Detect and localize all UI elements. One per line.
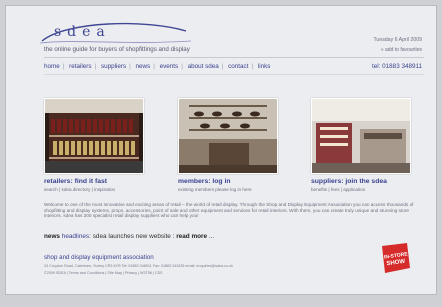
nav-suppliers[interactable]: suppliers xyxy=(101,63,126,70)
news-headline: : sdea launches new website : xyxy=(89,233,177,240)
nav-contact[interactable]: contact xyxy=(228,63,248,70)
intro-text: Welcome to one of the most innovative an… xyxy=(44,202,414,219)
retailers-title[interactable]: retailers: find it fast xyxy=(44,178,107,185)
page: sdea the online guide for buyers of shop… xyxy=(5,5,437,295)
main-nav: home | retailers | suppliers | news | events… xyxy=(44,63,271,70)
current-date: Tuesday 6 April 2009 xyxy=(373,37,422,43)
wine-shelves-image xyxy=(45,99,143,173)
in-store-show-badge[interactable]: IN-STORE SHOW xyxy=(379,242,411,274)
headlines-label: headlines xyxy=(61,233,90,240)
nav-links[interactable]: links xyxy=(258,63,271,70)
footer-links[interactable]: ©2009 SDEA | Terms and Conditions | Site… xyxy=(44,271,163,275)
company-name: shop and display equipment association xyxy=(44,254,154,261)
retailers-image[interactable] xyxy=(44,98,144,174)
news-label: news xyxy=(44,233,60,240)
add-to-favourites-link[interactable]: » add to favourites xyxy=(381,47,422,53)
telephone: tel: 01883 348911 xyxy=(372,63,422,70)
nav-events[interactable]: events xyxy=(160,63,179,70)
tagline: the online guide for buyers of shopfitti… xyxy=(44,46,190,53)
nav-divider-bottom xyxy=(44,74,424,75)
suppliers-title[interactable]: suppliers: join the sdea xyxy=(311,178,387,185)
nav-news[interactable]: news xyxy=(136,63,151,70)
suppliers-links[interactable]: benefits | fees | application xyxy=(311,187,365,192)
members-title[interactable]: members: log in xyxy=(178,178,231,185)
nav-about[interactable]: about sdea xyxy=(188,63,219,70)
nav-divider-top xyxy=(44,57,424,58)
logo-text: sdea xyxy=(54,24,111,40)
suppliers-image[interactable] xyxy=(311,98,411,174)
nav-home[interactable]: home xyxy=(44,63,60,70)
members-image[interactable] xyxy=(178,98,278,174)
read-more-link[interactable]: read more xyxy=(176,233,207,240)
news-headlines: news headlines: sdea launches new websit… xyxy=(44,233,215,240)
nav-retailers[interactable]: retailers xyxy=(69,63,91,70)
members-links[interactable]: existing members please log in here xyxy=(178,187,252,192)
in-store-show-logo-icon: IN-STORE SHOW xyxy=(382,243,410,273)
boutique-interior-image xyxy=(312,99,410,173)
shoe-display-image xyxy=(179,99,277,173)
retailers-links[interactable]: search | sdea directory | inspiration xyxy=(44,187,115,192)
company-address: 24 Croydon Road, Caterham, Surrey CR3 6Y… xyxy=(44,264,233,268)
